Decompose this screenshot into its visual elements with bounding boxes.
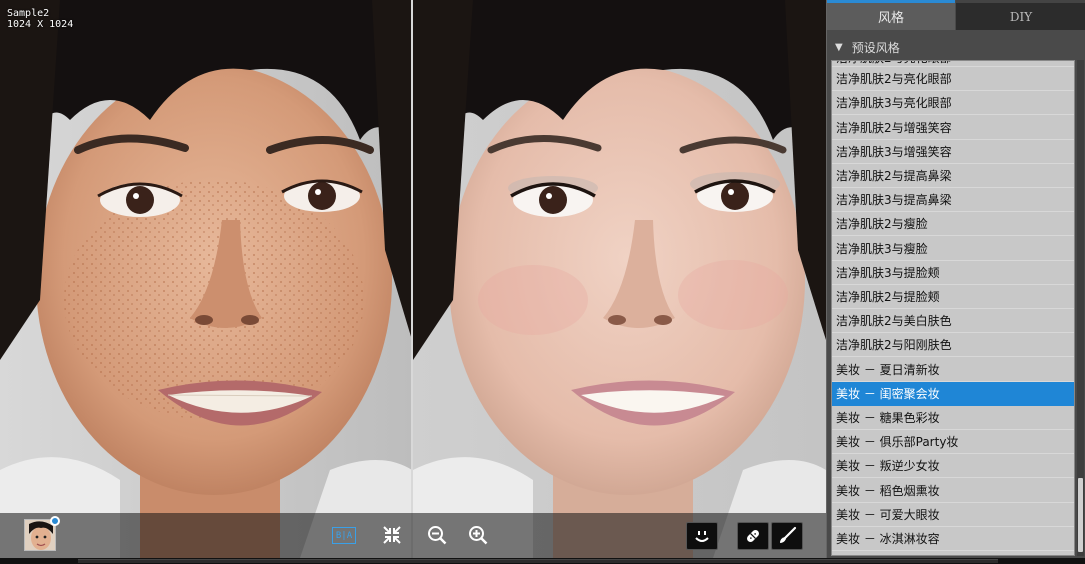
preset-list-item[interactable]: 美妆 － 稻色烟熏妆 bbox=[832, 479, 1074, 503]
preset-section-title: 预设风格 bbox=[851, 40, 900, 55]
preset-list-item[interactable]: 美妆 － 可爱大眼妆 bbox=[832, 503, 1074, 527]
preset-list-item[interactable]: 美妆 － 闺密聚会妆 bbox=[832, 381, 1074, 406]
smile-icon bbox=[695, 531, 709, 542]
before-after-label: B|A bbox=[335, 530, 353, 541]
style-panel: 风格 DIY ▼ 预设风格 洁净肌肤2与亮化眼部洁净肌肤2与亮化眼部洁净肌肤3与… bbox=[826, 0, 1085, 558]
preset-list: 洁净肌肤2与亮化眼部洁净肌肤2与亮化眼部洁净肌肤3与亮化眼部洁净肌肤2与增强笑容… bbox=[831, 60, 1075, 556]
preset-list-item[interactable]: 美妆 － 糖果色彩妆 bbox=[832, 406, 1074, 430]
preset-list-item[interactable]: 洁净肌肤3与亮化眼部 bbox=[832, 91, 1074, 116]
image-viewer: Sample2 1024 X 1024 B|A bbox=[0, 0, 826, 564]
panel-tabs: 风格 DIY bbox=[827, 0, 1085, 30]
zoom-out-button[interactable] bbox=[422, 521, 452, 549]
tab-style[interactable]: 风格 bbox=[827, 0, 955, 30]
viewer-toolbar: B|A bbox=[0, 513, 826, 558]
shrink-icon bbox=[383, 526, 401, 544]
zoom-in-icon bbox=[469, 526, 488, 545]
preset-list-item[interactable]: 洁净肌肤2与阳刚肤色 bbox=[832, 333, 1074, 358]
preset-list-item[interactable]: 洁净肌肤2与瘦脸 bbox=[832, 212, 1074, 237]
preset-list-item[interactable]: 洁净肌肤3与提脸颊 bbox=[832, 261, 1074, 285]
zoom-out-icon bbox=[428, 526, 447, 545]
image-info: Sample2 1024 X 1024 bbox=[7, 8, 73, 30]
preset-list-item[interactable]: 洁净肌肤2与提脸颊 bbox=[832, 285, 1074, 309]
collapse-triangle-icon: ▼ bbox=[835, 41, 843, 53]
image-dimensions: 1024 X 1024 bbox=[7, 19, 74, 30]
preset-list-item[interactable]: 洁净肌肤2与美白肤色 bbox=[832, 309, 1074, 334]
fit-to-window-button[interactable] bbox=[377, 521, 407, 549]
preset-list-item[interactable]: 美妆 － 夏日清新妆 bbox=[832, 358, 1074, 382]
app-window: Sample2 1024 X 1024 B|A 风格 DIY ▼ 预设风格 洁净… bbox=[0, 0, 1085, 564]
preset-list-item[interactable]: 洁净肌肤2与亮化眼部 bbox=[832, 67, 1074, 92]
bottom-status-strip bbox=[0, 558, 1085, 564]
retouched-image-pane[interactable] bbox=[413, 0, 826, 558]
preset-list-item[interactable]: 美妆 － 冰淇淋妆容 bbox=[832, 527, 1074, 551]
tab-diy[interactable]: DIY bbox=[956, 0, 1085, 30]
retouched-face-image bbox=[413, 0, 826, 558]
preset-section-header[interactable]: ▼ 预设风格 bbox=[827, 36, 1085, 58]
preset-list-item[interactable]: 洁净肌肤3与增强笑容 bbox=[832, 140, 1074, 164]
preset-list-item[interactable]: 洁净肌肤2与亮化眼部 bbox=[832, 61, 1074, 67]
preset-list-item[interactable]: 洁净肌肤3与瘦脸 bbox=[832, 237, 1074, 261]
image-file-name: Sample2 bbox=[7, 8, 50, 19]
face-detect-button[interactable] bbox=[686, 522, 718, 550]
original-image-pane[interactable] bbox=[0, 0, 412, 558]
scrollbar-thumb[interactable] bbox=[1078, 478, 1083, 552]
preset-list-item[interactable]: 洁净肌肤2与增强笑容 bbox=[832, 116, 1074, 140]
eraser-icon bbox=[747, 530, 759, 542]
before-after-button[interactable]: B|A bbox=[332, 527, 356, 544]
zoom-in-button[interactable] bbox=[463, 521, 493, 549]
brush-button[interactable] bbox=[771, 522, 803, 550]
preset-list-scrollbar[interactable] bbox=[1077, 60, 1084, 556]
thumbnail-status-dot bbox=[50, 516, 60, 526]
eraser-button[interactable] bbox=[737, 522, 769, 550]
original-face-image bbox=[0, 0, 412, 558]
preset-list-item[interactable]: 洁净肌肤2与提高鼻梁 bbox=[832, 164, 1074, 188]
bottom-scroll-track bbox=[78, 559, 998, 563]
brush-icon bbox=[780, 526, 797, 543]
preset-list-item[interactable]: 美妆 － 叛逆少女妆 bbox=[832, 454, 1074, 479]
preset-list-item[interactable]: 美妆 － 俱乐部Party妆 bbox=[832, 430, 1074, 455]
preset-list-item[interactable]: 洁净肌肤3与提高鼻梁 bbox=[832, 188, 1074, 213]
